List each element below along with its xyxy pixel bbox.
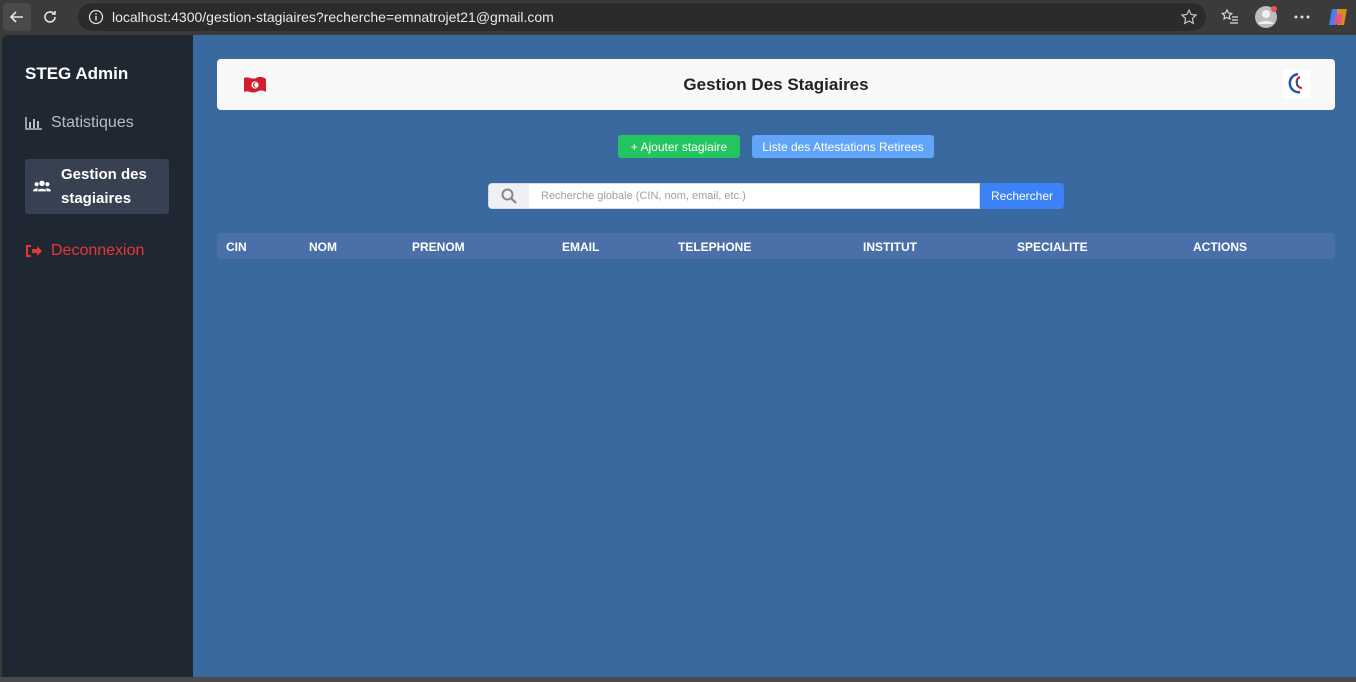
bar-chart-icon (25, 117, 42, 130)
sidebar: STEG Admin Statistiques Gestion des stag… (2, 35, 193, 677)
browser-toolbar: localhost:4300/gestion-stagiaires?recher… (0, 0, 1356, 34)
sidebar-item-label: Deconnexion (51, 242, 145, 259)
sidebar-item-gestion-stagiaires[interactable]: Gestion des stagiaires (25, 159, 169, 214)
back-arrow-icon (9, 11, 23, 23)
profile-avatar-icon[interactable] (1248, 0, 1284, 34)
column-header-telephone: TELEPHONE (678, 240, 752, 254)
column-header-institut: INSTITUT (863, 240, 917, 254)
reload-icon (44, 11, 56, 23)
info-icon[interactable] (88, 9, 104, 25)
search-button[interactable]: Rechercher (980, 183, 1064, 209)
attestations-retirees-button[interactable]: Liste des Attestations Retirees (752, 135, 934, 158)
users-icon (33, 180, 51, 192)
sidebar-item-statistiques[interactable]: Statistiques (25, 114, 134, 132)
page-header: Gestion Des Stagiaires (217, 59, 1335, 110)
column-header-nom: NOM (309, 240, 337, 254)
favorite-star-icon[interactable] (1180, 8, 1198, 26)
sidebar-item-deconnexion[interactable]: Deconnexion (25, 242, 144, 260)
search-input[interactable] (529, 185, 969, 207)
search-icon-box (489, 184, 529, 208)
main-content: Gestion Des Stagiaires + Ajouter stagiai… (193, 35, 1356, 677)
search-icon (501, 188, 517, 204)
app-root: STEG Admin Statistiques Gestion des stag… (0, 35, 1356, 677)
copilot-icon[interactable] (1320, 0, 1356, 34)
favorites-list-icon[interactable] (1212, 0, 1248, 34)
table-header: CIN NOM PRENOM EMAIL TELEPHONE INSTITUT … (217, 233, 1335, 259)
sidebar-item-label: Statistiques (51, 114, 134, 131)
page-title: Gestion Des Stagiaires (683, 75, 869, 94)
column-header-cin: CIN (226, 240, 247, 254)
browser-right-icons (1212, 0, 1356, 34)
address-bar[interactable]: localhost:4300/gestion-stagiaires?recher… (78, 3, 1206, 31)
window-bottom-edge (0, 677, 1356, 682)
brand-title: STEG Admin (25, 64, 129, 83)
sign-out-icon (26, 245, 42, 257)
more-menu-icon[interactable] (1284, 0, 1320, 34)
column-header-email: EMAIL (562, 240, 600, 254)
steg-logo-icon (1283, 70, 1311, 98)
column-header-actions: ACTIONS (1193, 240, 1247, 254)
column-header-specialite: SPECIALITE (1017, 240, 1088, 254)
sidebar-item-label: Gestion des stagiaires (61, 165, 147, 207)
back-button[interactable] (3, 3, 31, 31)
column-header-prenom: PRENOM (412, 240, 465, 254)
reload-button[interactable] (35, 2, 65, 32)
url-text[interactable]: localhost:4300/gestion-stagiaires?recher… (112, 9, 554, 25)
search-bar (488, 183, 980, 209)
add-stagiaire-button[interactable]: + Ajouter stagiaire (618, 135, 740, 158)
